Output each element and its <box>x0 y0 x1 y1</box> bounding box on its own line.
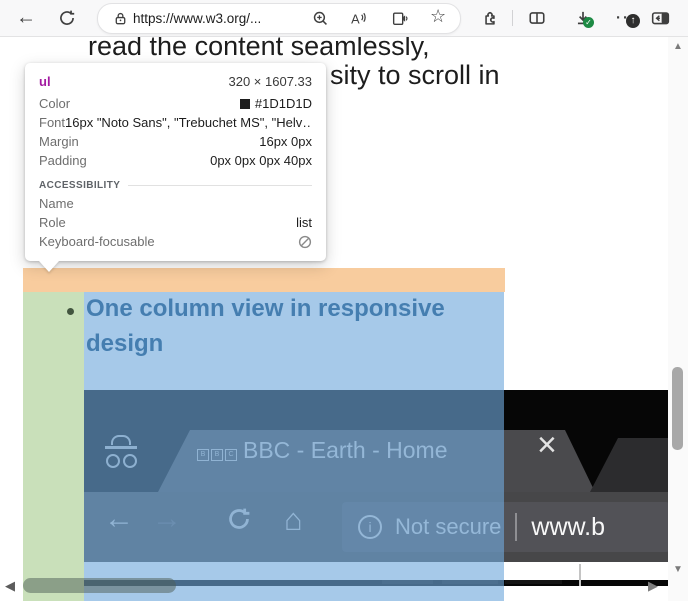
mobile-url-text: www.b <box>531 513 605 542</box>
accessibility-section-header: ACCESSIBILITY <box>39 180 120 191</box>
mobile-browser-tab-background <box>590 438 670 492</box>
mobile-tab-close-icon: × <box>537 426 557 465</box>
browser-toolbar: ← https://www.w3.org/... A ☆ <box>0 0 688 37</box>
extensions-icon[interactable] <box>481 9 499 27</box>
color-swatch <box>240 99 250 109</box>
mobile-page-divider <box>579 564 581 586</box>
scroll-up-arrow[interactable]: ▲ <box>668 41 688 52</box>
scroll-down-arrow[interactable]: ▼ <box>668 564 688 575</box>
scroll-left-arrow[interactable]: ◀ <box>5 578 15 594</box>
color-label: Color <box>39 96 70 111</box>
tooltip-arrow <box>39 261 59 272</box>
devtools-inspect-tooltip: ul 320 × 1607.33 Color #1D1D1D Font 16px… <box>25 63 326 261</box>
back-button[interactable]: ← <box>16 7 36 30</box>
page-text-line2-fragment: sity to scroll in <box>330 60 500 91</box>
vertical-scrollbar[interactable]: ▲ ▼ <box>668 36 688 601</box>
margin-label: Margin <box>39 134 79 149</box>
refresh-button[interactable] <box>58 9 76 27</box>
padding-label: Padding <box>39 153 87 168</box>
favorites-star-icon[interactable]: ☆ <box>430 6 446 27</box>
a11y-role-value: list <box>296 215 312 230</box>
download-success-badge: ✓ <box>583 17 594 28</box>
a11y-keyboard-label: Keyboard-focusable <box>39 234 155 249</box>
vertical-scrollbar-thumb[interactable] <box>672 367 683 450</box>
browser-window: read the content seamlessly, sity to scr… <box>0 0 688 601</box>
sidebar-toggle-icon[interactable] <box>651 9 670 27</box>
element-tag: ul <box>39 74 51 89</box>
not-focusable-icon <box>298 235 312 249</box>
update-badge: ↑ <box>626 14 640 28</box>
url-text[interactable]: https://www.w3.org/... <box>133 11 261 26</box>
scroll-right-arrow[interactable]: ▶ <box>648 578 658 594</box>
a11y-name-label: Name <box>39 196 74 211</box>
zoom-icon[interactable] <box>312 10 329 27</box>
address-divider <box>515 513 517 541</box>
margin-value: 16px 0px <box>259 134 312 149</box>
highlight-content-overlay <box>84 292 504 601</box>
toolbar-divider <box>512 10 513 26</box>
highlight-padding-band <box>23 292 84 601</box>
a11y-role-label: Role <box>39 215 66 230</box>
lock-icon[interactable] <box>113 11 128 26</box>
horizontal-scrollbar-thumb[interactable] <box>23 578 176 593</box>
font-value: 16px "Noto Sans", "Trebuchet MS", "Helv… <box>65 115 312 130</box>
read-aloud-icon[interactable]: A <box>350 10 367 27</box>
highlight-margin-band <box>23 268 505 292</box>
color-value: #1D1D1D <box>255 96 312 111</box>
font-label: Font <box>39 115 65 130</box>
split-screen-icon[interactable] <box>528 9 546 27</box>
immersive-reader-icon[interactable] <box>391 10 408 27</box>
mobile-page-dash <box>505 580 562 584</box>
address-bar[interactable]: https://www.w3.org/... A ☆ <box>97 3 461 34</box>
padding-value: 0px 0px 0px 40px <box>210 153 312 168</box>
list-bullet <box>67 308 74 315</box>
svg-text:A: A <box>351 11 360 26</box>
element-dimensions: 320 × 1607.33 <box>229 74 313 89</box>
